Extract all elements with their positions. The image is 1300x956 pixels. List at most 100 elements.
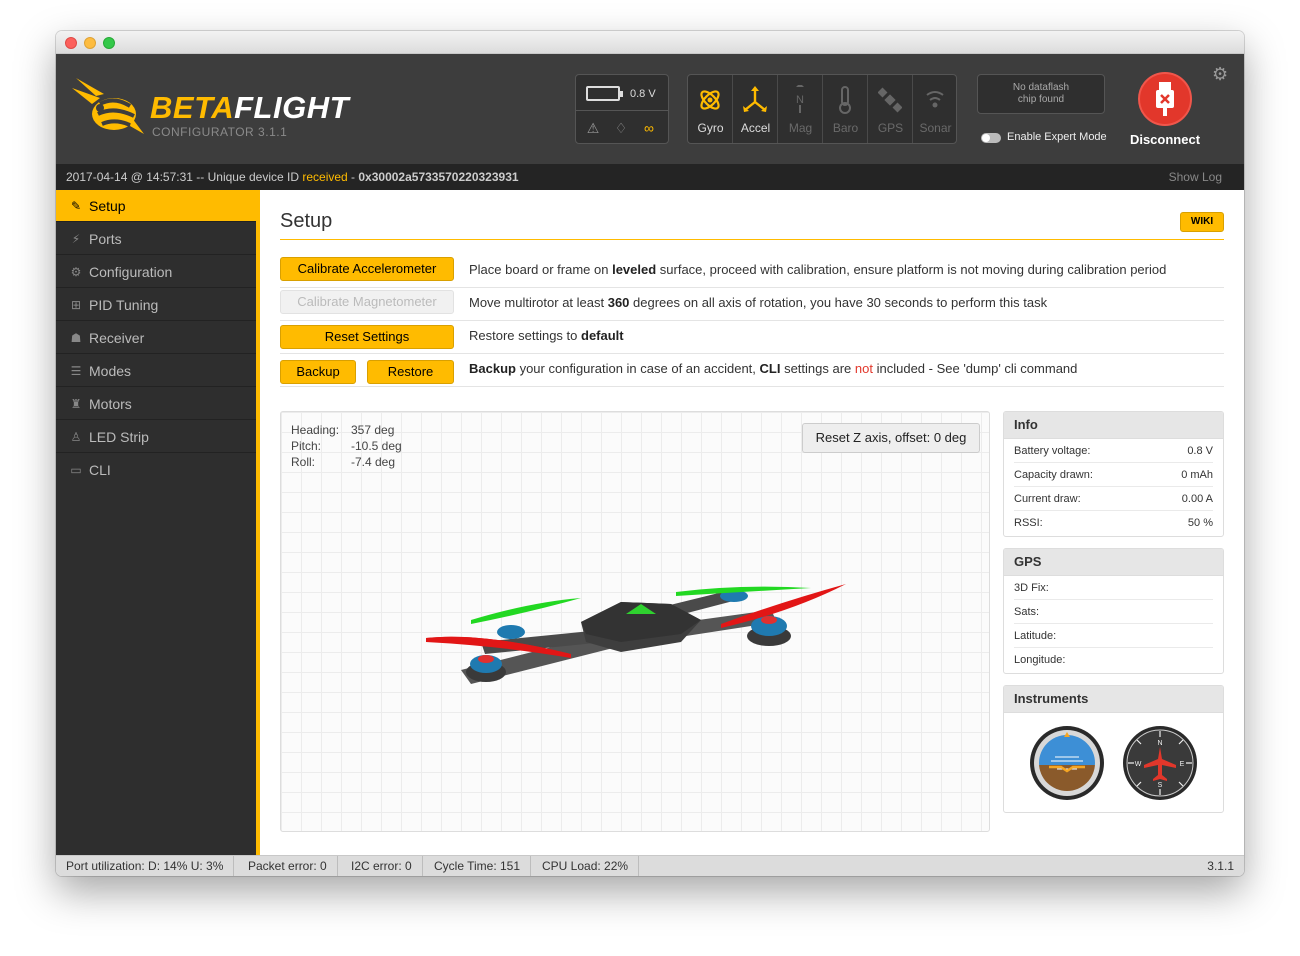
sidebar-item-setup[interactable]: ✎ Setup <box>56 190 256 222</box>
heading-readout: Heading: 357 deg <box>291 423 395 437</box>
svg-text:E: E <box>1180 761 1185 768</box>
compass-north-icon: N <box>796 85 804 113</box>
instruments-panel-title: Instruments <box>1004 686 1223 713</box>
sensor-mag: N Mag <box>778 75 823 143</box>
sensor-sonar: Sonar <box>913 75 958 143</box>
battery-icon <box>586 86 623 101</box>
close-window-button[interactable] <box>65 37 77 49</box>
sensor-status-box: Gyro Accel N Mag Baro GPS Sonar <box>687 74 957 144</box>
restore-button[interactable]: Restore <box>367 360 454 384</box>
port-utilization: Port utilization: D: 14% U: 3% <box>56 856 235 876</box>
reset-settings-button[interactable]: Reset Settings <box>280 325 454 349</box>
sidebar-item-label: Configuration <box>89 264 173 280</box>
sensor-label: Accel <box>740 121 771 135</box>
model-view-panel: Heading: 357 deg Pitch: -10.5 deg Roll: -7.… <box>280 411 990 832</box>
backup-row: Backup Restore Backup your configuration… <box>280 353 1224 387</box>
calibrate-magnetometer-button[interactable]: Calibrate Magnetometer <box>280 290 454 314</box>
sensor-label: Gyro <box>697 121 724 135</box>
sidebar-item-label: Receiver <box>89 330 145 346</box>
instruments-area: N E S W <box>1004 713 1223 808</box>
plug-icon: ⚡ <box>71 232 81 246</box>
disconnect-label[interactable]: Disconnect <box>1121 132 1209 147</box>
svg-text:W: W <box>1135 761 1142 768</box>
sidebar-item-modes[interactable]: ☰ Modes <box>56 355 256 387</box>
sidebar-item-pid-tuning[interactable]: ⊞ PID Tuning <box>56 289 256 321</box>
sidebar-item-ports[interactable]: ⚡ Ports <box>56 223 256 255</box>
sidebar-item-label: LED Strip <box>89 429 149 445</box>
link-icon: ∞ <box>644 120 654 136</box>
motor-icon: ♜ <box>70 397 82 411</box>
sidebar-item-label: Motors <box>89 396 132 412</box>
heading-indicator-icon: N E S W <box>1123 726 1197 800</box>
gps-row-longitude: Longitude: <box>1014 654 1066 666</box>
sonar-waves-icon <box>926 91 944 108</box>
accel-icon <box>743 86 767 112</box>
log-message: 2017-04-14 @ 14:57:31 -- Unique device I… <box>66 170 519 184</box>
backup-description: Backup your configuration in case of an … <box>469 361 1078 376</box>
thermometer-icon <box>839 86 851 114</box>
cpu-load: CPU Load: 22% <box>532 856 640 876</box>
sidebar-item-label: CLI <box>89 462 111 478</box>
cycle-time: Cycle Time: 151 <box>424 856 532 876</box>
sidebar-item-motors[interactable]: ♜ Motors <box>56 388 256 420</box>
satellite-icon <box>878 87 902 113</box>
gps-panel-title: GPS <box>1004 549 1223 576</box>
gps-panel: GPS 3D Fix: Sats: Latitude: Longitude: <box>1003 548 1224 674</box>
reset-settings-row: Reset Settings Restore settings to defau… <box>280 320 1224 354</box>
gear-icon[interactable]: ⚙ <box>1212 64 1232 84</box>
gps-row-sats: Sats: <box>1014 600 1213 624</box>
expert-mode-label: Enable Expert Mode <box>1007 131 1107 143</box>
sidebar-item-cli[interactable]: ▭ CLI <box>56 454 256 486</box>
sensor-label: GPS <box>877 121 904 135</box>
disconnect-button[interactable] <box>1138 72 1192 126</box>
sidebar-item-label: Modes <box>89 363 132 379</box>
window-titlebar <box>56 31 1244 54</box>
setup-content: Setup WIKI Calibrate Accelerometer Place… <box>260 190 1244 855</box>
calibrate-mag-row: Calibrate Magnetometer Move multirotor a… <box>280 287 1224 321</box>
calibrate-mag-description: Move multirotor at least 360 degrees on … <box>469 295 1048 310</box>
wiki-button[interactable]: WIKI <box>1180 212 1224 232</box>
sensor-accel: Accel <box>733 75 778 143</box>
usb-disconnect-icon <box>1156 82 1174 116</box>
backup-button[interactable]: Backup <box>280 360 356 384</box>
toggle-icon: ☰ <box>70 364 82 378</box>
dataflash-status: No dataflash chip found <box>977 74 1105 114</box>
dataflash-line2: chip found <box>1017 94 1065 105</box>
sidebar-item-label: Ports <box>89 231 122 247</box>
led-icon: ♙ <box>70 430 82 444</box>
svg-text:S: S <box>1158 782 1163 789</box>
quadcopter-model <box>426 584 846 684</box>
maximize-window-button[interactable] <box>103 37 115 49</box>
gps-row-latitude: Latitude: <box>1014 624 1213 648</box>
info-row-battery-voltage: Battery voltage: 0.8 V <box>1014 439 1213 463</box>
sensor-baro: Baro <box>823 75 868 143</box>
roll-readout: Roll: -7.4 deg <box>291 455 396 469</box>
svg-text:N: N <box>796 94 804 106</box>
sidebar-item-label: PID Tuning <box>89 297 159 313</box>
expert-mode-toggle[interactable] <box>981 133 1001 143</box>
calibrate-acc-description: Place board or frame on leveled surface,… <box>469 262 1167 277</box>
wrench-icon: ✎ <box>70 199 82 213</box>
info-row-capacity-drawn: Capacity drawn: 0 mAh <box>1014 463 1213 487</box>
sensor-label: Baro <box>832 121 859 135</box>
reset-settings-description: Restore settings to default <box>469 328 624 343</box>
info-panel-title: Info <box>1004 412 1223 439</box>
sidebar-item-configuration[interactable]: ⚙ Configuration <box>56 256 256 288</box>
gps-row-3d-fix: 3D Fix: <box>1014 576 1213 600</box>
minimize-window-button[interactable] <box>84 37 96 49</box>
sidebar-item-receiver[interactable]: ☗ Receiver <box>56 322 256 354</box>
show-log-link[interactable]: Show Log <box>1169 170 1222 184</box>
gamepad-icon: ☗ <box>70 331 82 345</box>
pitch-readout: Pitch: -10.5 deg <box>291 439 402 453</box>
app-window: BETAFLIGHT CONFIGURATOR 3.1.1 0.8 V ⚠ ♢ … <box>56 31 1244 876</box>
sensor-label: Sonar <box>919 121 952 135</box>
calibrate-acc-row: Calibrate Accelerometer Place board or f… <box>280 254 1224 288</box>
warning-icon: ⚠ <box>586 120 600 136</box>
title-divider <box>280 239 1224 240</box>
gear-icon: ⚙ <box>70 265 82 279</box>
tab-sidebar: ✎ Setup ⚡ Ports ⚙ Configuration ⊞ PID Tu… <box>56 190 256 855</box>
attitude-indicator-icon <box>1030 726 1104 800</box>
reset-z-axis-button[interactable]: Reset Z axis, offset: 0 deg <box>802 423 980 453</box>
sidebar-item-led-strip[interactable]: ♙ LED Strip <box>56 421 256 453</box>
calibrate-accelerometer-button[interactable]: Calibrate Accelerometer <box>280 257 454 281</box>
